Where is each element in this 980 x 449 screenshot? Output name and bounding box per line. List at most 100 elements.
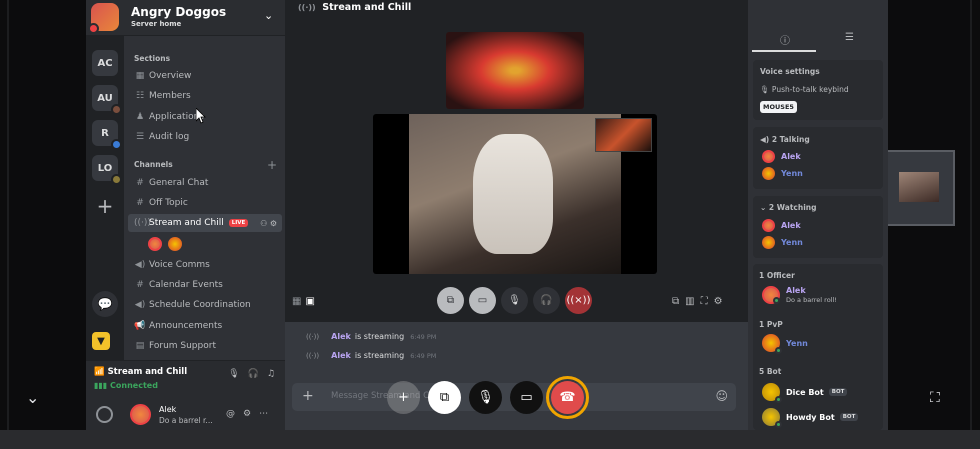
voice-settings-title: Voice settings [760, 67, 820, 76]
member-row[interactable]: Howdy Bot BOT [762, 408, 859, 428]
microphone-icon[interactable]: 🎙 [228, 369, 239, 379]
bottom-strip [0, 430, 980, 449]
channel-general-chat[interactable]: # General Chat [128, 174, 282, 192]
stream-picture-in-picture[interactable] [595, 118, 652, 152]
gear-icon[interactable]: ⚙ [270, 219, 277, 228]
server-button-lo[interactable]: LO [92, 155, 122, 185]
watching-title: ⌄ 2 Watching [760, 203, 816, 212]
message-author[interactable]: Alek [331, 351, 351, 360]
camera-button[interactable]: ▭ [510, 381, 543, 414]
settings-circle-icon[interactable] [96, 406, 113, 423]
collapse-icon[interactable]: ⌄ [26, 388, 39, 407]
headphones-button[interactable]: 🎧 [533, 287, 560, 314]
info-tab-icon[interactable]: ⓘ [780, 32, 790, 47]
voice-stream-icon: ((·)) [134, 218, 151, 228]
microphone-icon: 🎙 [760, 85, 770, 94]
nav-item-audit-log[interactable]: ☰ Audit log [128, 128, 282, 146]
soundboard-icon[interactable]: ♫ [267, 369, 275, 379]
chevron-down-icon[interactable]: ⌄ [760, 203, 766, 212]
member-name: Alek [781, 152, 801, 161]
chat-message: ((·)) Alek is streaming 6:49 PM [306, 351, 436, 360]
channel-calendar-events[interactable]: # Calendar Events [128, 276, 282, 294]
connection-status: ▮▮▮ Connected [94, 381, 158, 390]
stream-tile-main[interactable] [373, 114, 657, 274]
avatar[interactable] [130, 404, 151, 425]
avatar[interactable] [148, 237, 162, 251]
channel-voice-comms[interactable]: ◀) Voice Comms [128, 256, 282, 274]
screen-share-button[interactable]: ⧉ [428, 381, 461, 414]
hash-icon: # [136, 280, 144, 290]
member-row[interactable]: Alek Do a barrel roll! [762, 286, 837, 304]
server-button-r[interactable]: R [92, 120, 122, 150]
preview-image [899, 172, 939, 202]
add-channel-icon[interactable]: + [267, 158, 277, 172]
member-row[interactable]: Alek [762, 150, 801, 163]
speaker-icon: ◀) [134, 300, 146, 310]
more-icon[interactable]: ⋯ [259, 409, 268, 419]
list-icon: ☰ [135, 132, 145, 142]
add-server-icon[interactable]: + [92, 193, 118, 219]
member-row[interactable]: Alek [762, 219, 801, 232]
stream-tools: ⧉ ▥ ⛶ ⚙ [672, 296, 723, 307]
disconnect-button[interactable]: ((×)) [565, 287, 592, 314]
gear-icon[interactable]: ⚙ [714, 296, 723, 307]
talking-title-label: 2 Talking [771, 135, 810, 144]
nav-item-label: Audit log [149, 132, 190, 142]
chat-bubble-icon[interactable]: 💬 [92, 291, 118, 317]
emoji-icon[interactable]: ☺ [715, 389, 728, 403]
channel-off-topic[interactable]: # Off Topic [128, 194, 282, 212]
member-row[interactable]: Yenn [762, 167, 803, 180]
channel-forum-support[interactable]: ▤ Forum Support [128, 337, 282, 355]
server-button-au[interactable]: AU [92, 85, 122, 115]
camera-button[interactable]: ▭ [469, 287, 496, 314]
voice-channel-label: Stream and Chill [107, 367, 188, 377]
nav-item-members[interactable]: ☷ Members [128, 87, 282, 105]
focus-view-icon[interactable]: ▣ [305, 296, 314, 307]
stream-preview-thumbnail[interactable] [879, 150, 955, 226]
member-row[interactable]: Yenn [762, 334, 808, 354]
bot-tag: BOT [828, 388, 848, 396]
at-icon[interactable]: @ [226, 409, 235, 419]
fullscreen-icon[interactable]: ⛶ [701, 296, 708, 307]
live-badge: LIVE [228, 219, 249, 227]
discover-icon[interactable]: ▼ [92, 332, 110, 350]
page-title: ((·)) Stream and Chill [298, 2, 411, 13]
headphones-icon[interactable]: 🎧 [248, 369, 259, 379]
member-row[interactable]: Dice Bot BOT [762, 383, 848, 403]
fullscreen-icon[interactable]: ⛶ [930, 390, 940, 406]
popout-icon[interactable]: ⧉ [672, 296, 679, 307]
hang-up-button[interactable]: ☎ [546, 376, 589, 419]
avatar[interactable] [168, 237, 182, 251]
server-avatar-badge [88, 23, 99, 34]
outer-edge-right [970, 0, 972, 449]
gear-icon[interactable]: ⚙ [243, 409, 251, 419]
server-header[interactable]: Angry Doggos Server home ⌄ [86, 0, 285, 36]
microphone-button[interactable]: 🎙 [469, 381, 502, 414]
member-row[interactable]: Yenn [762, 236, 803, 249]
chevron-down-icon[interactable]: ⌄ [264, 9, 273, 22]
stream-video [409, 114, 621, 274]
screen-share-button[interactable]: ⧉ [437, 287, 464, 314]
list-tab-icon[interactable]: ☰ [845, 32, 854, 43]
grid-view-icon[interactable]: ▦ [292, 296, 301, 307]
channel-schedule-coordination[interactable]: ◀) Schedule Coordination [128, 296, 282, 314]
group-heading: 1 PvP [759, 320, 783, 329]
member-info: Alek Do a barrel roll! [786, 286, 837, 304]
message-author[interactable]: Alek [331, 332, 351, 341]
plus-button[interactable]: + [387, 381, 420, 414]
stream-tile-small[interactable] [446, 32, 584, 109]
channel-announcements[interactable]: 📢 Announcements [128, 317, 282, 335]
signal-icon: 📶 [94, 367, 105, 377]
server-name: Angry Doggos [131, 5, 227, 19]
channel-stream-and-chill[interactable]: ((·)) Stream and Chill LIVE ⚇ ⚙ [128, 214, 282, 232]
member-name: Yenn [781, 169, 803, 178]
microphone-button[interactable]: 🎙 [501, 287, 528, 314]
avatar [762, 334, 782, 354]
keybind-badge[interactable]: MOUSE5 [760, 101, 797, 113]
attach-plus-icon[interactable]: + [302, 388, 314, 404]
add-member-icon[interactable]: ⚇ [260, 219, 267, 228]
channel-tools: ⚇ ⚙ [260, 219, 277, 228]
nav-item-overview[interactable]: ▦ Overview [128, 67, 282, 85]
sidebar-icon[interactable]: ▥ [685, 296, 694, 307]
server-button-ac[interactable]: AC [92, 50, 118, 76]
